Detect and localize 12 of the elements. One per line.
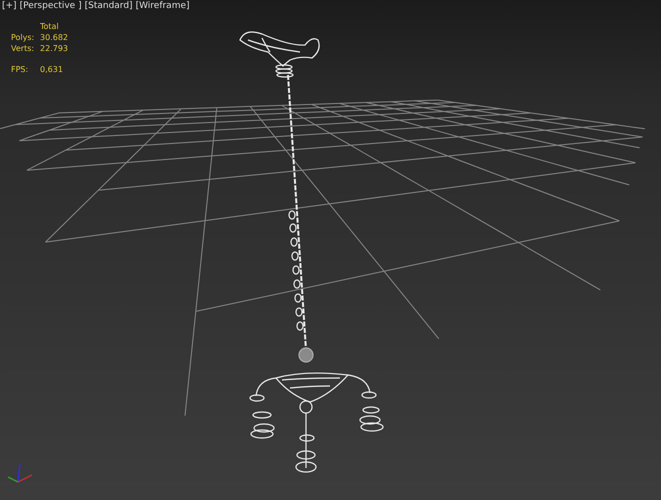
- stat-value: 30.682: [40, 33, 68, 43]
- stats-column-header: Total: [40, 22, 60, 32]
- fps-value: 0,631: [40, 65, 64, 75]
- fps-label: FPS:: [11, 65, 30, 75]
- axis-tripod-icon: [8, 462, 32, 483]
- viewport-menu-label[interactable]: [Wireframe]: [136, 1, 190, 12]
- viewport-menu-label[interactable]: [Perspective ]: [20, 1, 82, 12]
- stat-value: 22.793: [40, 44, 68, 54]
- viewport-menu-label[interactable]: [+]: [2, 1, 17, 12]
- stat-label: Verts:: [11, 44, 36, 54]
- stat-label: Polys:: [11, 33, 36, 43]
- viewport-menu-label[interactable]: [Standard]: [84, 1, 133, 12]
